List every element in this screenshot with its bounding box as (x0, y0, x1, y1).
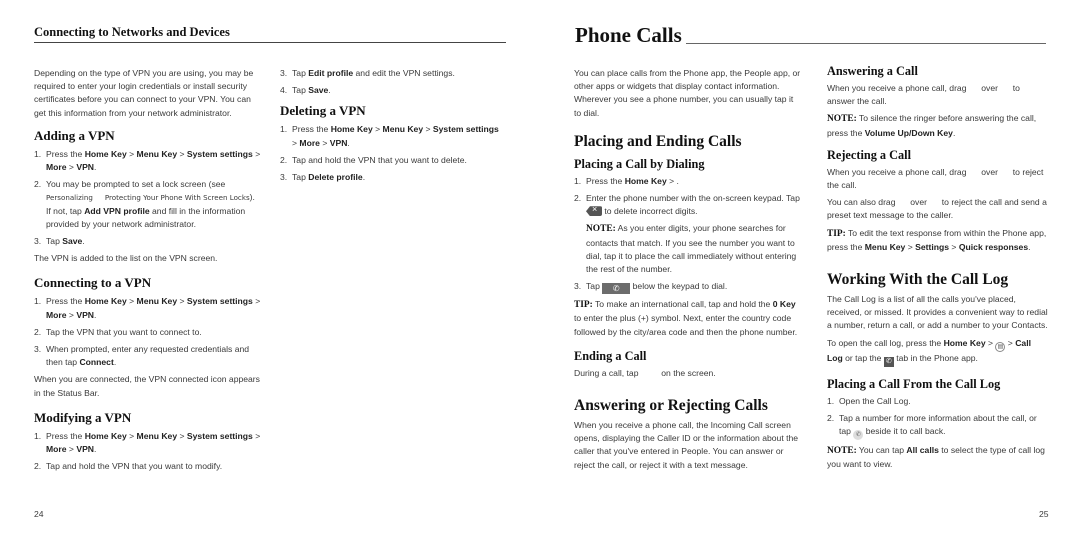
left-column-2: 3. Tap Edit profile and edit the VPN sett… (280, 67, 506, 188)
call-from-log-steps: 1. Open the Call Log. 2. Tap a number for … (827, 395, 1049, 441)
list-item: 2. You may be prompted to set a lock scre… (34, 179, 255, 229)
connecting-vpn-result: When you are connected, the VPN connecte… (34, 374, 260, 398)
call-log-intro: The Call Log is a list of all the calls … (827, 294, 1048, 331)
heading-answering-rejecting: Answering or Rejecting Calls (574, 397, 768, 415)
page-number: 25 (1039, 509, 1049, 519)
list-item: 2. Enter the phone number with the on-scr… (574, 192, 802, 276)
list-item: 2. Tap and hold the VPN that you want to … (280, 154, 467, 165)
open-call-log-text: To open the call log, press the Home Key… (827, 337, 1031, 367)
cross-reference[interactable]: Protecting Your Phone With Screen Locks (105, 193, 250, 202)
list-item: 1. Press the Home Key > . (574, 175, 679, 186)
running-head: Connecting to Networks and Devices (34, 25, 506, 44)
list-item: 1. Press the Home Key > Menu Key > System… (280, 124, 499, 148)
title-rule (685, 43, 1046, 44)
list-item: 3. Tap Edit profile and edit the VPN sett… (280, 68, 455, 78)
left-column-1: Depending on the type of VPN you are usi… (34, 67, 262, 477)
list-item: 1. Press the Home Key > Menu Key > System… (34, 430, 261, 455)
phone-calls-intro: You can place calls from the Phone app, … (574, 68, 801, 118)
deleting-vpn-steps: 1. Press the Home Key > Menu Key > System… (280, 123, 506, 184)
backspace-icon (586, 206, 602, 217)
heading-deleting-vpn: Deleting a VPN (280, 103, 366, 119)
heading-rejecting-call: Rejecting a Call (827, 147, 912, 162)
modifying-vpn-steps: 1. Press the Home Key > Menu Key > System… (34, 430, 262, 474)
chapter-title: Phone Calls (575, 23, 1046, 47)
heading-answering-call: Answering a Call (827, 64, 918, 78)
heading-adding-vpn: Adding a VPN (34, 127, 115, 143)
modifying-vpn-steps-continued: 3. Tap Edit profile and edit the VPN sett… (280, 67, 506, 97)
international-call-tip: TIP: To make an international call, tap … (574, 299, 798, 337)
list-item: 1. Press the Home Key > Menu Key > System… (34, 296, 261, 320)
answering-rejecting-text: When you receive a phone call, the Incom… (574, 420, 799, 470)
list-item: 3. Tap ✆ below the keypad to dial. (574, 281, 728, 295)
heading-placing-ending: Placing and Ending Calls (574, 132, 742, 150)
list-item: 2. Tap a number for more information abou… (827, 412, 1037, 441)
chapter-title-text: Phone Calls (575, 23, 682, 47)
connecting-vpn-steps: 1. Press the Home Key > Menu Key > System… (34, 295, 262, 369)
heading-call-log: Working With the Call Log (827, 271, 1009, 289)
phone-callback-icon: ✆ (853, 430, 864, 441)
vpn-intro: Depending on the type of VPN you are usi… (34, 68, 254, 118)
page-number: 24 (34, 509, 44, 519)
adding-vpn-result: The VPN is added to the list on the VPN … (34, 253, 218, 264)
list-item: 1. Press the Home Key > Menu Key > System… (34, 148, 261, 173)
list-item: 3. Tap Save. (34, 236, 85, 247)
answering-call-text: When you receive a phone call, drag over… (827, 83, 1020, 107)
right-column-2: Answering a Call When you receive a phon… (827, 64, 1049, 475)
list-item: 4. Tap Save. (280, 85, 331, 96)
heading-modifying-vpn: Modifying a VPN (34, 409, 132, 425)
page-25: Phone Calls You can place calls from the… (540, 0, 1080, 539)
dialing-steps: 1. Press the Home Key > . 2. Enter the pho… (574, 175, 802, 295)
rejecting-call-text: When you receive a phone call, drag over… (827, 166, 1044, 191)
answering-note: NOTE: To silence the ringer before answe… (827, 113, 1037, 138)
heading-ending-call: Ending a Call (574, 348, 647, 363)
apps-grid-icon: ▤ (995, 341, 1006, 352)
all-calls-note: NOTE: You can tap All calls to select th… (827, 445, 1045, 470)
list-item: 3. Tap Delete profile. (280, 172, 366, 183)
list-item: 1. Open the Call Log. (827, 395, 911, 406)
dialing-note: NOTE: As you enter digits, your phone se… (586, 223, 797, 275)
quick-responses-tip: TIP: To edit the text response from with… (827, 227, 1047, 252)
heading-connecting-vpn: Connecting to a VPN (34, 275, 152, 291)
call-log-tab-icon: ✆ (883, 356, 894, 367)
ending-call-text: During a call, tap on the screen. (574, 367, 716, 378)
heading-call-from-log: Placing a Call From the Call Log (827, 376, 1001, 391)
adding-vpn-steps: 1. Press the Home Key > Menu Key > System… (34, 148, 262, 248)
list-item: 2. Tap the VPN that you want to connect t… (34, 326, 202, 337)
rejecting-text-message: You can also drag over to reject the cal… (827, 197, 1047, 221)
page-24: Connecting to Networks and Devices Depen… (0, 0, 540, 539)
list-item: 2. Tap and hold the VPN that you want to … (34, 461, 223, 472)
heading-placing-dialing: Placing a Call by Dialing (574, 156, 705, 171)
list-item: 3. When prompted, enter any requested cre… (34, 344, 250, 368)
phone-icon: ✆ (602, 283, 631, 295)
right-column-1: You can place calls from the Phone app, … (574, 67, 802, 476)
cross-reference[interactable]: Personalizing (46, 193, 93, 202)
